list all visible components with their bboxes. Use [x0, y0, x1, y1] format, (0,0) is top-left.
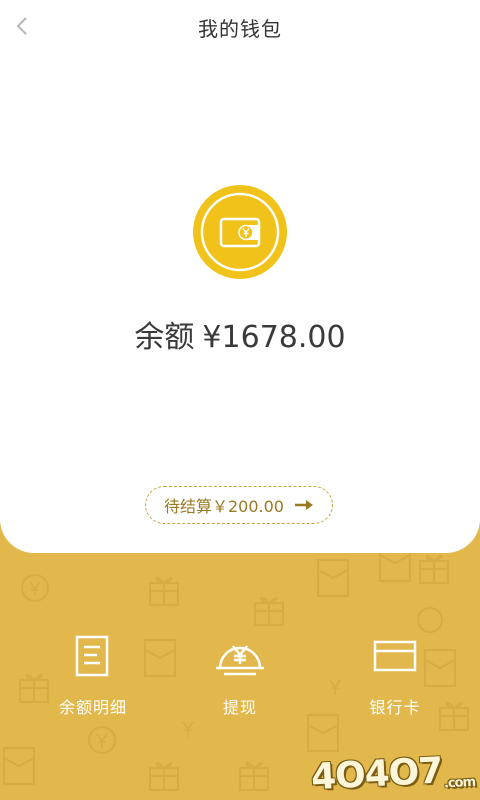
bank-card-icon: [373, 640, 417, 672]
balance-label: 余额: [134, 320, 195, 355]
yen-coin-icon: [216, 645, 264, 676]
wallet-icon: [193, 185, 287, 279]
pending-settlement-label: 待结算￥200.00: [164, 497, 284, 516]
watermark-suffix: .com: [443, 774, 475, 792]
currency-symbol: ¥: [202, 320, 222, 355]
arrow-right-icon: [295, 500, 313, 510]
withdraw-label: 提现: [222, 698, 257, 717]
balance-amount: 1678.00: [221, 320, 346, 355]
wallet-screen: 我的钱包 余额 ¥1678.00 待结算￥200.00 余额明细 提现 银行卡 …: [0, 0, 480, 800]
watermark-text: 4O4O7: [309, 750, 443, 799]
nav-bar: 我的钱包: [0, 0, 480, 54]
bank-card-label: 银行卡: [369, 698, 421, 717]
withdraw-button[interactable]: 提现: [180, 630, 300, 718]
balance-card: 我的钱包 余额 ¥1678.00 待结算￥200.00: [0, 0, 480, 553]
balance-detail-label: 余额明细: [58, 698, 127, 717]
pending-settlement-button[interactable]: 待结算￥200.00: [145, 486, 333, 524]
page-title: 我的钱包: [198, 17, 282, 41]
bank-card-button[interactable]: 银行卡: [335, 630, 455, 718]
balance-detail-button[interactable]: 余额明细: [33, 630, 153, 718]
balance-display: 余额 ¥1678.00: [0, 312, 480, 356]
site-watermark-logo: 4O4O7.com: [310, 749, 475, 798]
document-icon: [75, 635, 109, 677]
